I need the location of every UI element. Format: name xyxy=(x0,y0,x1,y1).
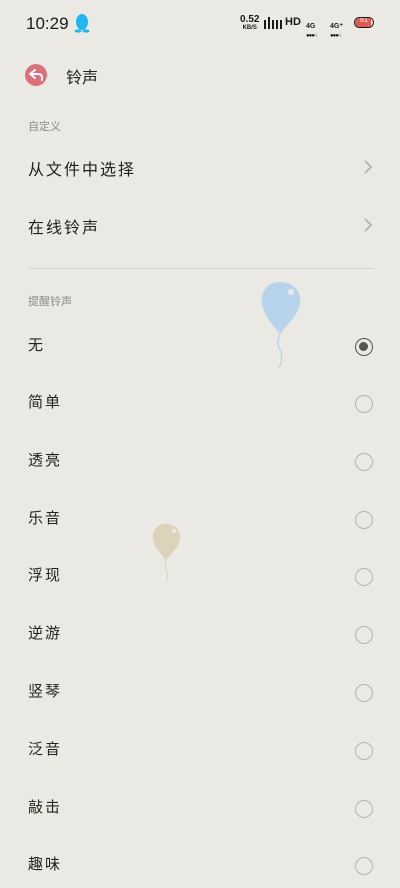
vibrate-icon xyxy=(264,17,282,29)
chevron-right-icon xyxy=(364,218,373,232)
hd-voice-icon: HD xyxy=(285,16,301,28)
radio-unchecked[interactable] xyxy=(355,684,373,702)
ringtone-label: 敲击 xyxy=(28,798,63,816)
back-button[interactable] xyxy=(25,64,47,86)
choose-from-file-row[interactable]: 从文件中选择 xyxy=(0,142,400,192)
ringtone-item-overtone[interactable]: 泛音 xyxy=(0,723,400,773)
ringtone-item-clear[interactable]: 透亮 xyxy=(0,434,400,484)
radio-unchecked[interactable] xyxy=(355,800,373,818)
network-speed: 0.52 KB/S xyxy=(240,15,259,33)
radio-unchecked[interactable] xyxy=(355,511,373,529)
balloon-decoration-beige xyxy=(152,524,181,582)
status-bar: 10:29 0.52 KB/S HD 4G ●●●○ 4G⁺ ●●●○ 61 xyxy=(0,0,400,48)
network-speed-unit: KB/S xyxy=(242,25,257,31)
penguin-icon xyxy=(74,14,90,33)
ringtone-label: 趣味 xyxy=(28,855,63,873)
section-divider xyxy=(28,268,374,269)
online-ringtone-row[interactable]: 在线铃声 xyxy=(0,200,400,250)
ringtone-item-simple[interactable]: 简单 xyxy=(0,376,400,426)
ringtone-item-fun[interactable]: 趣味 xyxy=(0,838,400,888)
ringtone-label: 竖琴 xyxy=(28,682,63,700)
battery-icon: 61 xyxy=(354,17,374,28)
ringtone-item-music[interactable]: 乐音 xyxy=(0,492,400,542)
radio-checked[interactable] xyxy=(355,338,373,356)
back-arrow-icon xyxy=(29,69,43,81)
radio-unchecked[interactable] xyxy=(355,857,373,875)
ringtone-label: 泛音 xyxy=(28,740,63,758)
ringtone-label: 浮现 xyxy=(28,566,63,584)
ringtone-item-emerge[interactable]: 浮现 xyxy=(0,549,400,599)
battery-level: 61 xyxy=(360,17,368,24)
signal-2-label: 4G⁺ xyxy=(330,23,344,30)
chevron-right-icon xyxy=(364,160,373,174)
radio-unchecked[interactable] xyxy=(355,742,373,760)
signal-1-icon: 4G ●●●○ xyxy=(306,15,317,39)
ringtone-label: 透亮 xyxy=(28,451,63,469)
ringtone-label: 简单 xyxy=(28,393,63,411)
header: 铃声 xyxy=(0,56,400,96)
section-label-custom: 自定义 xyxy=(28,120,61,133)
ringtone-label: 逆游 xyxy=(28,624,63,642)
status-time: 10:29 xyxy=(26,14,69,33)
ringtone-item-upstream[interactable]: 逆游 xyxy=(0,607,400,657)
radio-unchecked[interactable] xyxy=(355,568,373,586)
ringtone-item-harp[interactable]: 竖琴 xyxy=(0,665,400,715)
choose-from-file-label: 从文件中选择 xyxy=(28,160,137,179)
signal-1-label: 4G xyxy=(306,23,316,30)
radio-unchecked[interactable] xyxy=(355,453,373,471)
section-label-system: 提醒铃声 xyxy=(28,295,72,308)
radio-unchecked[interactable] xyxy=(355,626,373,644)
ringtone-label: 无 xyxy=(28,336,46,354)
page-title: 铃声 xyxy=(66,68,99,87)
radio-unchecked[interactable] xyxy=(355,395,373,413)
signal-2-icon: 4G⁺ ●●●○ xyxy=(330,15,343,39)
signal-2-bars: ●●●○ xyxy=(330,33,342,39)
signal-1-bars: ●●●○ xyxy=(306,33,317,39)
ringtone-item-none[interactable]: 无 xyxy=(0,319,400,369)
balloon-decoration-blue xyxy=(261,282,301,369)
ringtone-label: 乐音 xyxy=(28,509,63,527)
ringtone-item-knock[interactable]: 敲击 xyxy=(0,781,400,831)
online-ringtone-label: 在线铃声 xyxy=(28,218,101,237)
